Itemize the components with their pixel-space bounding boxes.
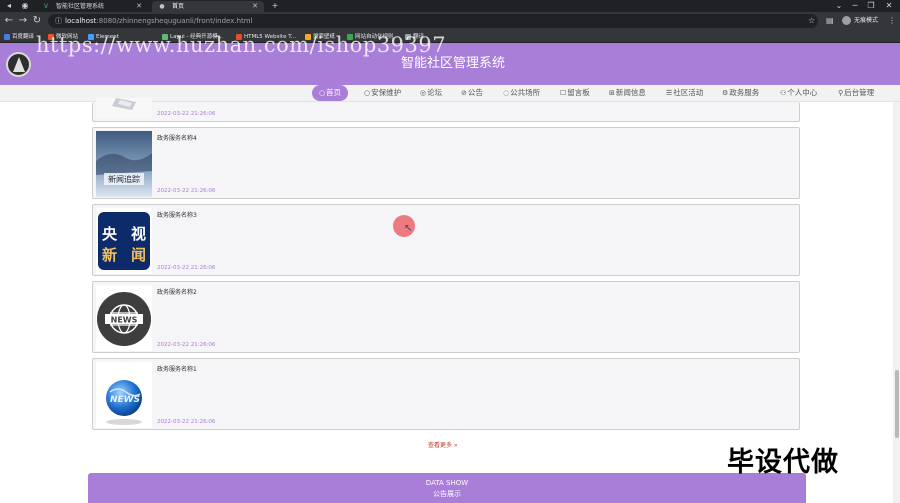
vue-favicon-icon: V <box>43 3 49 10</box>
nav-item-user-center[interactable]: ⚇个人中心 <box>780 86 817 100</box>
nav-item-notice[interactable]: ⊘公告 <box>461 86 483 100</box>
nav-item-forum[interactable]: ◎论坛 <box>420 86 442 100</box>
security-icon: ○ <box>364 89 371 97</box>
place-icon: ◌ <box>503 89 510 97</box>
service-icon: ⚙ <box>722 89 729 97</box>
news-icon: ⊞ <box>609 89 615 97</box>
service-thumbnail <box>96 98 152 118</box>
nav-item-news[interactable]: ⊞新闻信息 <box>609 86 646 100</box>
browser-logo-icon: ◉ <box>21 1 29 10</box>
section-title-zh: 公告展示 <box>433 490 461 498</box>
service-name: 政务服务名称2 <box>157 289 197 296</box>
service-date: 2022-03-22 21:26:06 <box>157 111 216 117</box>
profile-button[interactable]: 无痕模式 <box>842 14 878 28</box>
reload-icon[interactable]: ↻ <box>31 14 43 28</box>
globe-favicon-icon: ● <box>159 3 165 10</box>
bookmark-favicon-icon <box>4 33 10 40</box>
home-icon: ○ <box>318 89 326 97</box>
site-info-icon[interactable]: ⓘ <box>55 14 62 28</box>
nav-item-gov-services[interactable]: ⚙政务服务 <box>722 86 759 100</box>
notice-icon: ⊘ <box>461 89 467 97</box>
service-thumbnail: NEWS <box>96 285 152 351</box>
browser-tab-admin[interactable]: V 智能社区管理系统 ✕ <box>36 1 148 12</box>
list-icon: ☰ <box>666 89 673 97</box>
thumbnail-caption: 新闻追踪 <box>108 174 140 184</box>
service-list-item[interactable]: 新闻追踪 政务服务名称4 2022-03-22 21:26:06 <box>92 127 800 199</box>
page-scrollbar[interactable] <box>893 102 900 503</box>
browser-tab-home[interactable]: ● 首页 ✕ <box>152 1 264 12</box>
url-text: localhost:8080/zhinnengshequguanli/front… <box>65 17 253 25</box>
service-date: 2022-03-22 21:26:06 <box>157 342 216 348</box>
new-tab-button[interactable]: + <box>268 0 282 12</box>
browser-menu-icon[interactable]: ⋮ <box>888 14 896 28</box>
link-icon: ⚲ <box>838 89 844 97</box>
logo-emblem-icon <box>13 57 25 72</box>
maximize-button[interactable]: ❐ <box>864 0 878 12</box>
nav-item-message-board[interactable]: ☐留言板 <box>560 86 590 100</box>
service-list-item[interactable]: 央视 新闻 政务服务名称3 2022-03-22 21:26:06 <box>92 204 800 276</box>
message-icon: ☐ <box>560 89 567 97</box>
nav-item-security[interactable]: ○安保维护 <box>364 86 401 100</box>
close-window-button[interactable]: ✕ <box>882 0 896 12</box>
service-thumbnail: NEWS <box>96 362 152 428</box>
page-title: 智能社区管理系统 <box>400 56 505 71</box>
nav-item-public-places[interactable]: ◌公共场所 <box>503 86 540 100</box>
service-date: 2022-03-22 21:26:06 <box>157 188 216 194</box>
service-list-item[interactable]: NEWS 政务服务名称2 2022-03-22 21:26:06 <box>92 281 800 353</box>
service-thumbnail: 新闻追踪 <box>96 131 152 197</box>
service-list-item[interactable]: 2022-03-22 21:26:06 <box>92 98 800 122</box>
site-logo[interactable] <box>6 52 31 77</box>
forward-icon[interactable]: → <box>17 14 29 28</box>
service-date: 2022-03-22 21:26:06 <box>157 419 216 425</box>
bookmark-item[interactable]: 百度翻译 <box>4 31 34 43</box>
thumbnail-caption: NEWS <box>111 316 138 325</box>
tab-list-icon[interactable]: ⌄ <box>832 0 846 12</box>
service-name: 政务服务名称4 <box>157 135 197 142</box>
service-list-item[interactable]: NEWS 政务服务名称1 2022-03-22 21:26:06 <box>92 358 800 430</box>
mouse-cursor-icon: ↖ <box>404 223 413 234</box>
tab-title: 智能社区管理系统 <box>56 3 105 10</box>
nav-item-admin[interactable]: ⚲后台管理 <box>838 86 874 100</box>
tab-title: 首页 <box>172 3 185 10</box>
reading-list-icon[interactable]: ▤ <box>826 14 834 28</box>
service-name: 政务服务名称3 <box>157 212 197 219</box>
watermark-url: https://www.huzhan.com/ishop39397 <box>36 33 447 57</box>
service-thumbnail: 央视 新闻 <box>96 208 152 274</box>
tab-search-icon[interactable]: ◂ <box>2 0 16 12</box>
close-tab-icon[interactable]: ✕ <box>136 1 142 12</box>
overlay-caption: 毕设代做 <box>727 447 839 478</box>
scrollbar-thumb[interactable] <box>895 370 899 438</box>
service-date: 2022-03-22 21:26:06 <box>157 265 216 271</box>
forum-icon: ◎ <box>420 89 427 97</box>
bookmark-star-icon[interactable]: ☆ <box>808 14 815 28</box>
user-icon: ⚇ <box>780 89 787 97</box>
incognito-avatar-icon <box>842 16 851 25</box>
service-name: 政务服务名称1 <box>157 366 197 373</box>
nav-item-home[interactable]: ○首页 <box>312 85 348 101</box>
section-title-en: DATA SHOW <box>425 479 469 487</box>
close-tab-icon[interactable]: ✕ <box>252 1 258 12</box>
view-more-link[interactable]: 查看更多 » <box>428 440 458 449</box>
back-icon[interactable]: ← <box>3 14 15 28</box>
nav-item-activities[interactable]: ☰社区活动 <box>666 86 703 100</box>
minimize-button[interactable]: ─ <box>848 0 862 12</box>
thumbnail-caption: NEWS <box>110 395 140 405</box>
